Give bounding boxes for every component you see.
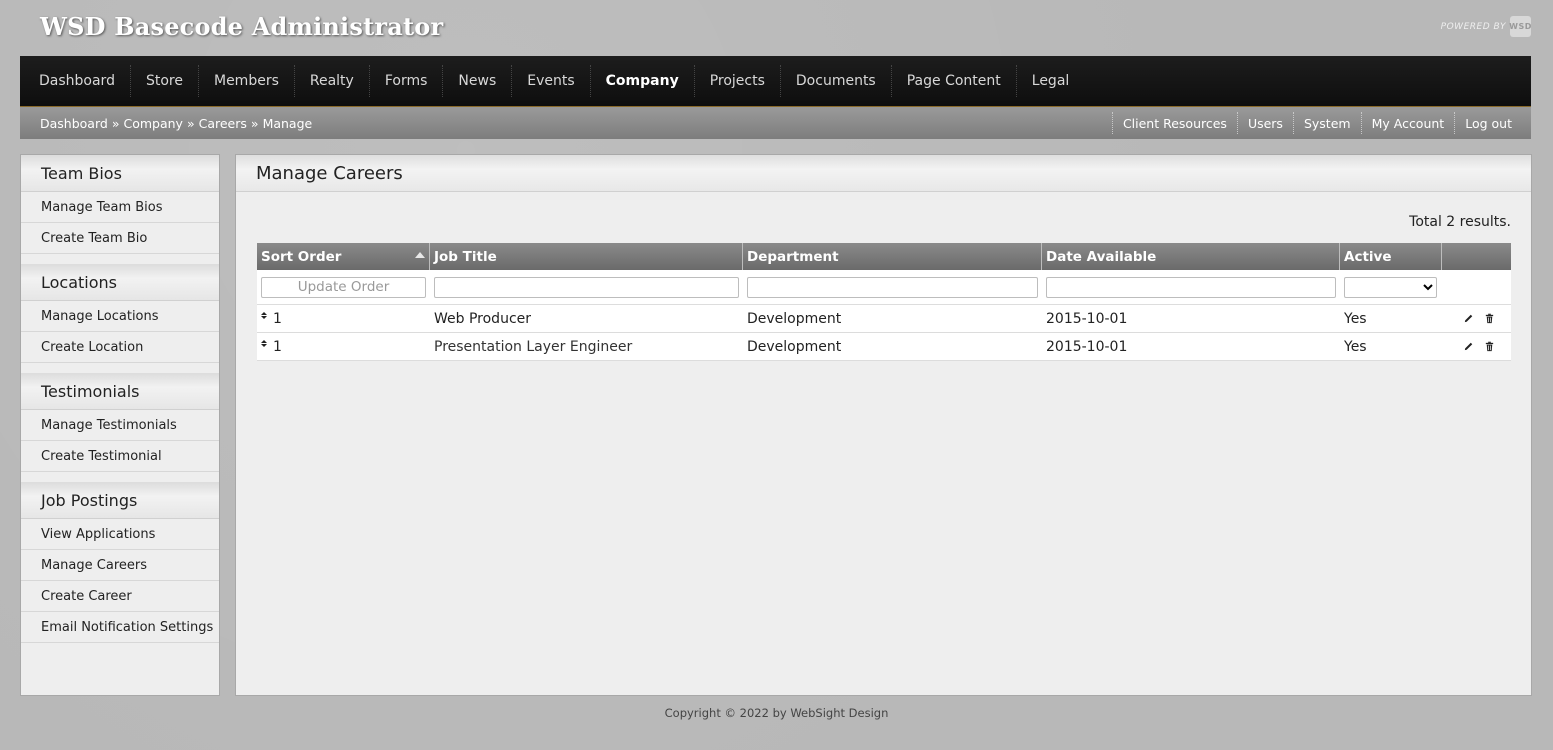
nav-item-store[interactable]: Store (129, 65, 198, 97)
job-title-cell: Presentation Layer Engineer (434, 338, 633, 355)
main-panel: Manage Careers Total 2 results. Sort Ord… (235, 154, 1532, 696)
breadcrumb-separator: » (186, 115, 195, 131)
nav-item-page-content[interactable]: Page Content (890, 65, 1016, 97)
breadcrumb-separator: » (250, 115, 259, 131)
sidebar-item-create-testimonial[interactable]: Create Testimonial (21, 441, 219, 472)
column-header-actions (1442, 243, 1511, 270)
filter-cell (257, 276, 430, 298)
breadcrumb-careers[interactable]: Careers (199, 116, 247, 131)
update-order-button[interactable] (261, 276, 426, 298)
nav-item-legal[interactable]: Legal (1015, 65, 1085, 97)
department-filter-input[interactable] (747, 276, 1038, 298)
sort-ascending-icon (415, 252, 425, 258)
nav-item-events[interactable]: Events (511, 65, 589, 97)
footer-copyright: Copyright © 2022 by WebSight Design (664, 706, 889, 720)
filter-cell (430, 276, 743, 298)
sidebar-item-manage-testimonials[interactable]: Manage Testimonials (21, 410, 219, 441)
careers-table: Sort Order Job Title Department Date Ava… (257, 243, 1511, 361)
sub-bar: Dashboard » Company » Careers » Manage C… (20, 107, 1531, 139)
sidebar-item-create-location[interactable]: Create Location (21, 332, 219, 363)
delete-trash-icon[interactable] (1484, 341, 1495, 352)
job-title-filter-input[interactable] (434, 276, 739, 298)
nav-item-realty[interactable]: Realty (293, 65, 369, 97)
nav-item-dashboard[interactable]: Dashboard (24, 65, 130, 97)
app-title: WSD Basecode Administrator (40, 12, 444, 41)
client-resources-link[interactable]: Client Resources (1111, 112, 1237, 134)
sidebar-item-manage-careers[interactable]: Manage Careers (21, 550, 219, 581)
logout-link[interactable]: Log out (1454, 112, 1512, 134)
sort-order-value: 1 (273, 338, 282, 355)
sidebar-item-email-notification-settings[interactable]: Email Notification Settings (21, 612, 219, 643)
sort-order-cell: 1 (257, 339, 430, 355)
sidebar-heading-locations: Locations (21, 264, 219, 301)
column-header-active[interactable]: Active (1340, 243, 1442, 270)
column-header-department[interactable]: Department (743, 243, 1042, 270)
column-header-job-title[interactable]: Job Title (430, 243, 743, 270)
results-count: Total 2 results. (1409, 214, 1511, 230)
nav-item-forms[interactable]: Forms (368, 65, 443, 97)
sidebar-item-manage-locations[interactable]: Manage Locations (21, 301, 219, 332)
actions-cell (1442, 313, 1511, 324)
table-header: Sort Order Job Title Department Date Ava… (257, 243, 1511, 270)
column-header-label: Sort Order (261, 248, 342, 265)
breadcrumb: Dashboard » Company » Careers » Manage (40, 116, 312, 131)
date-available-cell: 2015-10-01 (1046, 310, 1128, 327)
drag-handle-icon[interactable] (261, 312, 267, 319)
powered-by: POWERED BY WSD (1441, 16, 1531, 37)
sidebar-heading-job-postings: Job Postings (21, 482, 219, 519)
breadcrumb-company[interactable]: Company (123, 116, 182, 131)
sort-order-cell: 1 (257, 311, 430, 327)
date-available-cell: 2015-10-01 (1046, 338, 1128, 355)
table-row: 1 Presentation Layer Engineer Developmen… (257, 333, 1511, 361)
breadcrumb-separator: » (111, 115, 120, 131)
my-account-link[interactable]: My Account (1360, 112, 1455, 134)
department-cell: Development (747, 310, 842, 327)
utility-nav: Client Resources Users System My Account… (1111, 112, 1512, 134)
top-navigation: Dashboard Store Members Realty Forms New… (20, 56, 1531, 107)
nav-item-documents[interactable]: Documents (779, 65, 891, 97)
actions-cell (1442, 341, 1511, 352)
system-link[interactable]: System (1292, 112, 1361, 134)
active-cell: Yes (1344, 338, 1367, 355)
page-title: Manage Careers (236, 155, 1531, 192)
edit-pencil-icon[interactable] (1463, 341, 1474, 352)
column-header-date-available[interactable]: Date Available (1042, 243, 1340, 270)
edit-pencil-icon[interactable] (1463, 313, 1474, 324)
active-cell: Yes (1344, 310, 1367, 327)
department-cell: Development (747, 338, 842, 355)
nav-item-news[interactable]: News (442, 65, 511, 97)
sidebar: Team Bios Manage Team Bios Create Team B… (20, 154, 220, 696)
breadcrumb-dashboard[interactable]: Dashboard (40, 116, 108, 131)
filter-cell (1042, 276, 1340, 298)
sidebar-item-create-career[interactable]: Create Career (21, 581, 219, 612)
delete-trash-icon[interactable] (1484, 313, 1495, 324)
sidebar-heading-team-bios: Team Bios (21, 155, 219, 192)
sidebar-heading-testimonials: Testimonials (21, 373, 219, 410)
wsd-logo-icon: WSD (1509, 16, 1531, 37)
date-available-filter-input[interactable] (1046, 276, 1336, 298)
column-header-sort-order[interactable]: Sort Order (257, 243, 430, 270)
powered-by-text: POWERED BY (1440, 21, 1506, 32)
filter-cell (1340, 276, 1442, 298)
drag-handle-icon[interactable] (261, 340, 267, 347)
filter-cell (743, 276, 1042, 298)
nav-item-company[interactable]: Company (589, 65, 694, 97)
sort-order-value: 1 (273, 310, 282, 327)
breadcrumb-manage: Manage (262, 115, 313, 131)
nav-item-projects[interactable]: Projects (693, 65, 780, 97)
job-title-cell: Web Producer (434, 310, 532, 327)
sidebar-item-view-applications[interactable]: View Applications (21, 519, 219, 550)
sidebar-item-create-team-bio[interactable]: Create Team Bio (21, 223, 219, 254)
users-link[interactable]: Users (1236, 112, 1293, 134)
active-filter-select[interactable] (1344, 276, 1437, 298)
table-row: 1 Web Producer Development 2015-10-01 Ye… (257, 305, 1511, 333)
filter-row (257, 270, 1511, 305)
nav-item-members[interactable]: Members (197, 65, 294, 97)
sidebar-item-manage-team-bios[interactable]: Manage Team Bios (21, 192, 219, 223)
